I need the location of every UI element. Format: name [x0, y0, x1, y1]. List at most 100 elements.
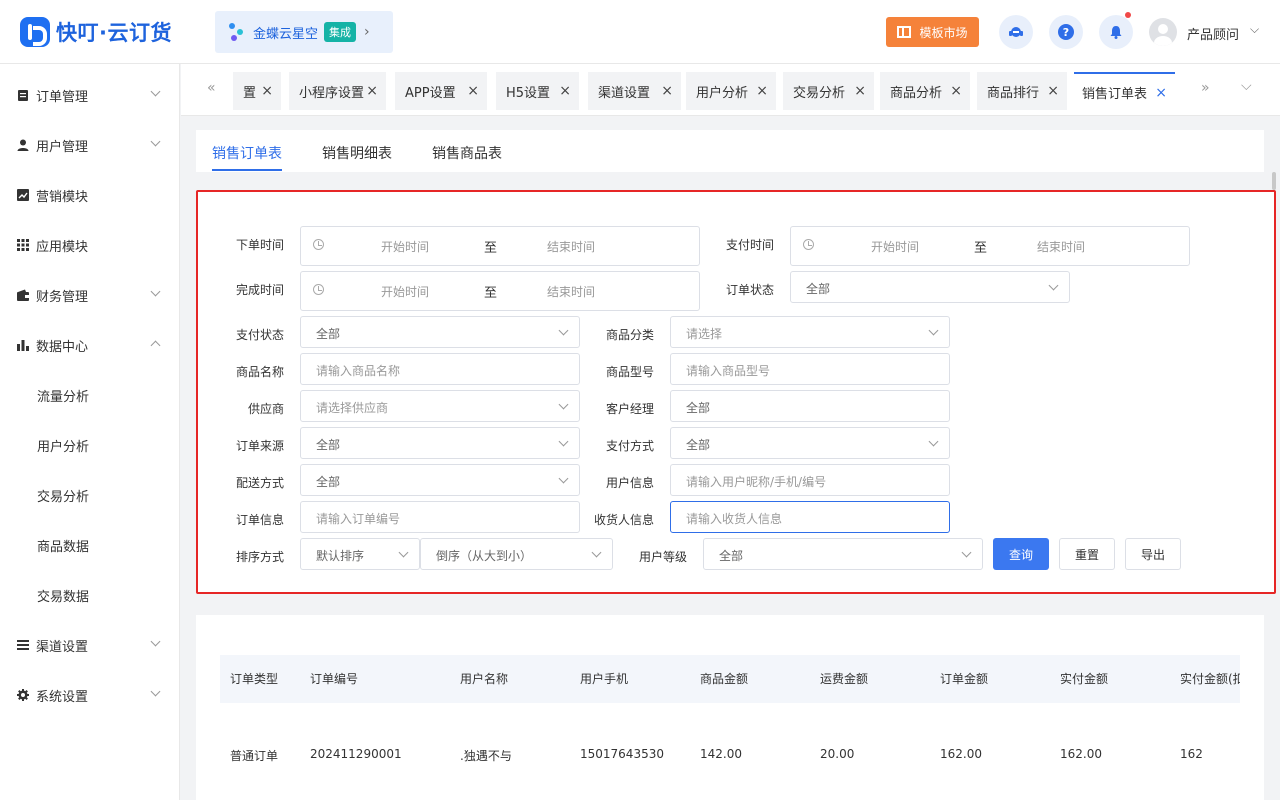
- tab-sales-order-report[interactable]: 销售订单表 ×: [1074, 72, 1175, 110]
- sidebar-item-channels[interactable]: 渠道设置: [0, 620, 179, 670]
- sidebar-subitem-product-data[interactable]: 商品数据: [37, 536, 89, 555]
- integration-name: 金蝶云星空: [253, 26, 319, 42]
- user-level-select[interactable]: 全部: [703, 538, 983, 570]
- sidebar-item-finance[interactable]: 财务管理: [0, 270, 179, 320]
- sidebar-subitem-trade-analysis[interactable]: 交易分析: [37, 486, 89, 505]
- chevron-down-icon: [150, 636, 161, 647]
- close-icon[interactable]: ×: [261, 83, 273, 99]
- end-time-input[interactable]: 结束时间: [547, 283, 595, 300]
- clock-icon: [803, 239, 814, 250]
- chevron-down-icon: [591, 547, 602, 558]
- table-cell: 142.00: [700, 747, 742, 761]
- tab-app-settings[interactable]: APP设置 ×: [395, 72, 487, 110]
- chevron-down-icon[interactable]: ⌵: [1250, 22, 1259, 37]
- tab-product-analysis[interactable]: 商品分析 ×: [880, 72, 970, 110]
- subtab-sales-products[interactable]: 销售商品表: [432, 143, 502, 163]
- close-icon[interactable]: ×: [366, 83, 378, 99]
- category-select[interactable]: 请选择: [670, 316, 950, 348]
- template-market-button[interactable]: 模板市场: [886, 17, 979, 47]
- avatar[interactable]: [1149, 18, 1177, 46]
- tab-user-analysis[interactable]: 用户分析 ×: [686, 72, 776, 110]
- tab-page-settings[interactable]: 置 ×: [233, 72, 281, 110]
- sort-field-select[interactable]: 默认排序: [300, 538, 420, 570]
- tab-product-ranking[interactable]: 商品排行 ×: [977, 72, 1067, 110]
- order-info-label: 订单信息: [236, 513, 285, 527]
- close-icon[interactable]: ×: [661, 83, 673, 99]
- sidebar-item-system[interactable]: 系统设置: [0, 670, 179, 720]
- sidebar-item-label: 财务管理: [36, 289, 89, 305]
- sidebar-subitem-user-analysis[interactable]: 用户分析: [37, 436, 89, 455]
- user-info-label: 用户信息: [606, 476, 655, 490]
- receiver-input[interactable]: 请输入收货人信息: [670, 501, 950, 533]
- help-button[interactable]: ?: [1049, 15, 1083, 49]
- sidebar-item-apps[interactable]: 应用模块: [0, 220, 179, 270]
- chevron-down-icon[interactable]: ⌵: [1241, 78, 1252, 94]
- table-row[interactable]: 普通订单 202411290001 .独遇不与 15017643530 142.…: [220, 705, 1240, 800]
- support-button[interactable]: [999, 15, 1033, 49]
- order-info-input[interactable]: 请输入订单编号: [300, 501, 580, 533]
- sidebar-item-data-center[interactable]: 数据中心: [0, 320, 179, 370]
- close-icon[interactable]: ×: [559, 83, 571, 99]
- sidebar-subitem-traffic[interactable]: 流量分析: [37, 386, 89, 405]
- sidebar-item-users[interactable]: 用户管理: [0, 120, 179, 170]
- reset-button[interactable]: 重置: [1059, 538, 1115, 570]
- sidebar-item-marketing[interactable]: 营销模块: [0, 170, 179, 220]
- input-placeholder: 请输入商品名称: [316, 364, 401, 378]
- select-value: 倒序（从大到小）: [436, 549, 533, 563]
- subtab-sales-details[interactable]: 销售明细表: [322, 143, 392, 163]
- notification-button[interactable]: [1099, 12, 1133, 49]
- pay-time-range[interactable]: 开始时间 至 结束时间: [790, 226, 1190, 266]
- integration-badge[interactable]: 金蝶云星空 集成 ›: [215, 11, 393, 53]
- chevron-down-icon: [558, 473, 569, 484]
- close-icon[interactable]: ×: [950, 83, 962, 99]
- start-time-input[interactable]: 开始时间: [381, 238, 429, 255]
- tab-miniprogram-settings[interactable]: 小程序设置 ×: [289, 72, 386, 110]
- export-button[interactable]: 导出: [1125, 538, 1181, 570]
- start-time-input[interactable]: 开始时间: [381, 283, 429, 300]
- scroll-left-icon[interactable]: «: [207, 80, 216, 96]
- clock-icon: [313, 284, 324, 295]
- scroll-right-icon[interactable]: »: [1201, 80, 1210, 96]
- end-time-input[interactable]: 结束时间: [547, 238, 595, 255]
- product-model-input[interactable]: 请输入商品型号: [670, 353, 950, 385]
- close-icon[interactable]: ×: [467, 83, 479, 99]
- order-status-select[interactable]: 全部: [790, 271, 1070, 303]
- close-icon[interactable]: ×: [1047, 83, 1059, 99]
- account-manager-input[interactable]: 全部: [670, 390, 950, 422]
- pay-status-select[interactable]: 全部: [300, 316, 580, 348]
- end-time-input[interactable]: 结束时间: [1037, 238, 1085, 255]
- page-tabs-bar: « 置 × 小程序设置 × APP设置 × H5设置 × 渠道设置 × 用户分析…: [181, 64, 1280, 116]
- tab-label: H5设置: [506, 85, 551, 101]
- product-name-input[interactable]: 请输入商品名称: [300, 353, 580, 385]
- user-info-input[interactable]: 请输入用户昵称/手机/编号: [670, 464, 950, 496]
- supplier-label: 供应商: [248, 402, 285, 416]
- user-name[interactable]: 产品顾问: [1187, 24, 1239, 43]
- sort-order-select[interactable]: 倒序（从大到小）: [420, 538, 613, 570]
- account-manager-label: 客户经理: [606, 402, 655, 416]
- order-source-select[interactable]: 全部: [300, 427, 580, 459]
- integration-tag: 集成: [324, 22, 357, 42]
- table-cell: 202411290001: [310, 747, 402, 761]
- close-icon[interactable]: ×: [756, 83, 768, 99]
- start-time-input[interactable]: 开始时间: [871, 238, 919, 255]
- sidebar-item-orders[interactable]: 订单管理: [0, 70, 179, 120]
- sidebar-subitem-trade-data[interactable]: 交易数据: [37, 586, 89, 605]
- pay-method-select[interactable]: 全部: [670, 427, 950, 459]
- close-icon[interactable]: ×: [854, 83, 866, 99]
- chevron-down-icon: [928, 325, 939, 336]
- tab-h5-settings[interactable]: H5设置 ×: [496, 72, 579, 110]
- order-time-range[interactable]: 开始时间 至 结束时间: [300, 226, 700, 266]
- close-icon[interactable]: ×: [1155, 85, 1167, 101]
- app-logo[interactable]: 快叮·云订货: [20, 17, 172, 47]
- order-status-label: 订单状态: [726, 283, 775, 297]
- tab-trade-analysis[interactable]: 交易分析 ×: [783, 72, 874, 110]
- subtab-sales-orders[interactable]: 销售订单表: [212, 143, 282, 163]
- delivery-select[interactable]: 全部: [300, 464, 580, 496]
- scrollbar[interactable]: [1272, 172, 1276, 190]
- tab-label: 渠道设置: [598, 85, 651, 101]
- finish-time-range[interactable]: 开始时间 至 结束时间: [300, 271, 700, 311]
- sidebar-item-label: 用户管理: [36, 139, 89, 155]
- query-button[interactable]: 查询: [993, 538, 1049, 570]
- tab-channel-settings[interactable]: 渠道设置 ×: [588, 72, 681, 110]
- supplier-select[interactable]: 请选择供应商: [300, 390, 580, 422]
